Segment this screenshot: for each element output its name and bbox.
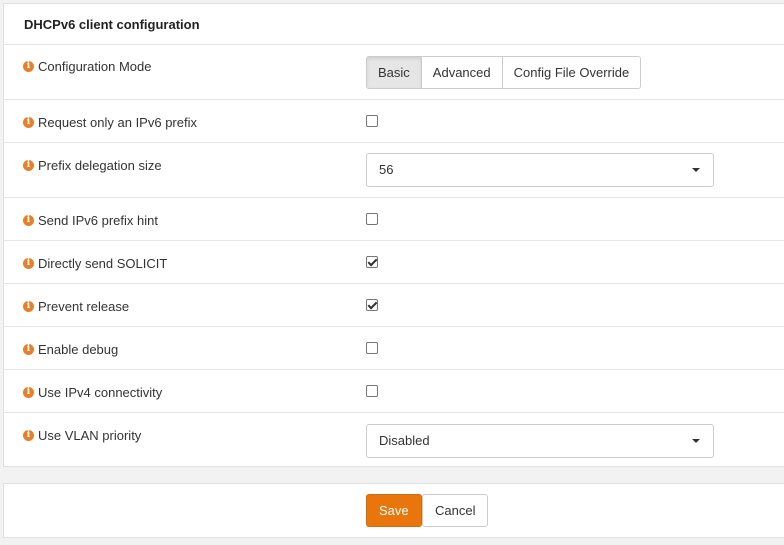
enable-debug-label: i Enable debug: [23, 342, 118, 357]
prefix-delegation-value: 56: [379, 162, 394, 177]
info-icon[interactable]: i: [23, 160, 34, 171]
send-solicit-text: Directly send SOLICIT: [38, 256, 168, 271]
info-icon[interactable]: i: [23, 430, 34, 441]
vlan-priority-text: Use VLAN priority: [38, 428, 142, 443]
row-configuration-mode: i Configuration Mode Basic Advanced Conf…: [4, 45, 784, 100]
prevent-release-text: Prevent release: [38, 299, 130, 314]
row-send-solicit: i Directly send SOLICIT: [4, 241, 784, 284]
request-prefix-text: Request only an IPv6 prefix: [38, 115, 197, 130]
send-hint-text: Send IPv6 prefix hint: [38, 213, 158, 228]
row-enable-debug: i Enable debug: [4, 327, 784, 370]
info-icon[interactable]: i: [23, 387, 34, 398]
row-prefix-delegation: i Prefix delegation size 56: [4, 143, 784, 198]
info-icon[interactable]: i: [23, 301, 34, 312]
mode-config-file-override-button[interactable]: Config File Override: [502, 57, 641, 88]
enable-debug-checkbox[interactable]: [366, 342, 378, 354]
send-hint-checkbox[interactable]: [366, 213, 378, 225]
configuration-mode-label: i Configuration Mode: [23, 59, 151, 74]
row-vlan-priority: i Use VLAN priority Disabled: [4, 413, 784, 467]
request-prefix-label: i Request only an IPv6 prefix: [23, 115, 197, 130]
info-icon[interactable]: i: [23, 344, 34, 355]
use-ipv4-label: i Use IPv4 connectivity: [23, 385, 162, 400]
info-icon[interactable]: i: [23, 117, 34, 128]
row-send-hint: i Send IPv6 prefix hint: [4, 198, 784, 241]
info-icon[interactable]: i: [23, 258, 34, 269]
dhcpv6-config-panel: DHCPv6 client configuration i Configurat…: [3, 3, 784, 467]
send-solicit-checkbox[interactable]: [366, 256, 378, 268]
form-footer: Save Cancel: [3, 483, 784, 538]
vlan-priority-value: Disabled: [379, 433, 430, 448]
configuration-mode-toggle: Basic Advanced Config File Override: [366, 56, 642, 89]
vlan-priority-select[interactable]: Disabled: [366, 424, 714, 458]
caret-down-icon: [692, 439, 700, 443]
cancel-button[interactable]: Cancel: [422, 494, 489, 527]
send-hint-label: i Send IPv6 prefix hint: [23, 213, 158, 228]
save-button[interactable]: Save: [366, 494, 422, 527]
row-prevent-release: i Prevent release: [4, 284, 784, 327]
send-solicit-label: i Directly send SOLICIT: [23, 256, 167, 271]
prefix-delegation-label: i Prefix delegation size: [23, 158, 162, 173]
mode-advanced-button[interactable]: Advanced: [421, 57, 503, 88]
prefix-delegation-select[interactable]: 56: [366, 153, 714, 187]
mode-basic-button[interactable]: Basic: [367, 57, 422, 88]
prevent-release-label: i Prevent release: [23, 299, 129, 314]
info-icon[interactable]: i: [23, 61, 34, 72]
panel-title: DHCPv6 client configuration: [4, 4, 784, 45]
row-request-prefix: i Request only an IPv6 prefix: [4, 100, 784, 143]
prevent-release-checkbox[interactable]: [366, 299, 378, 311]
vlan-priority-label: i Use VLAN priority: [23, 428, 141, 443]
request-prefix-checkbox[interactable]: [366, 115, 378, 127]
enable-debug-text: Enable debug: [38, 342, 119, 357]
configuration-mode-text: Configuration Mode: [38, 59, 152, 74]
prefix-delegation-text: Prefix delegation size: [38, 158, 162, 173]
use-ipv4-checkbox[interactable]: [366, 385, 378, 397]
info-icon[interactable]: i: [23, 215, 34, 226]
row-use-ipv4: i Use IPv4 connectivity: [4, 370, 784, 413]
caret-down-icon: [692, 168, 700, 172]
use-ipv4-text: Use IPv4 connectivity: [38, 385, 163, 400]
